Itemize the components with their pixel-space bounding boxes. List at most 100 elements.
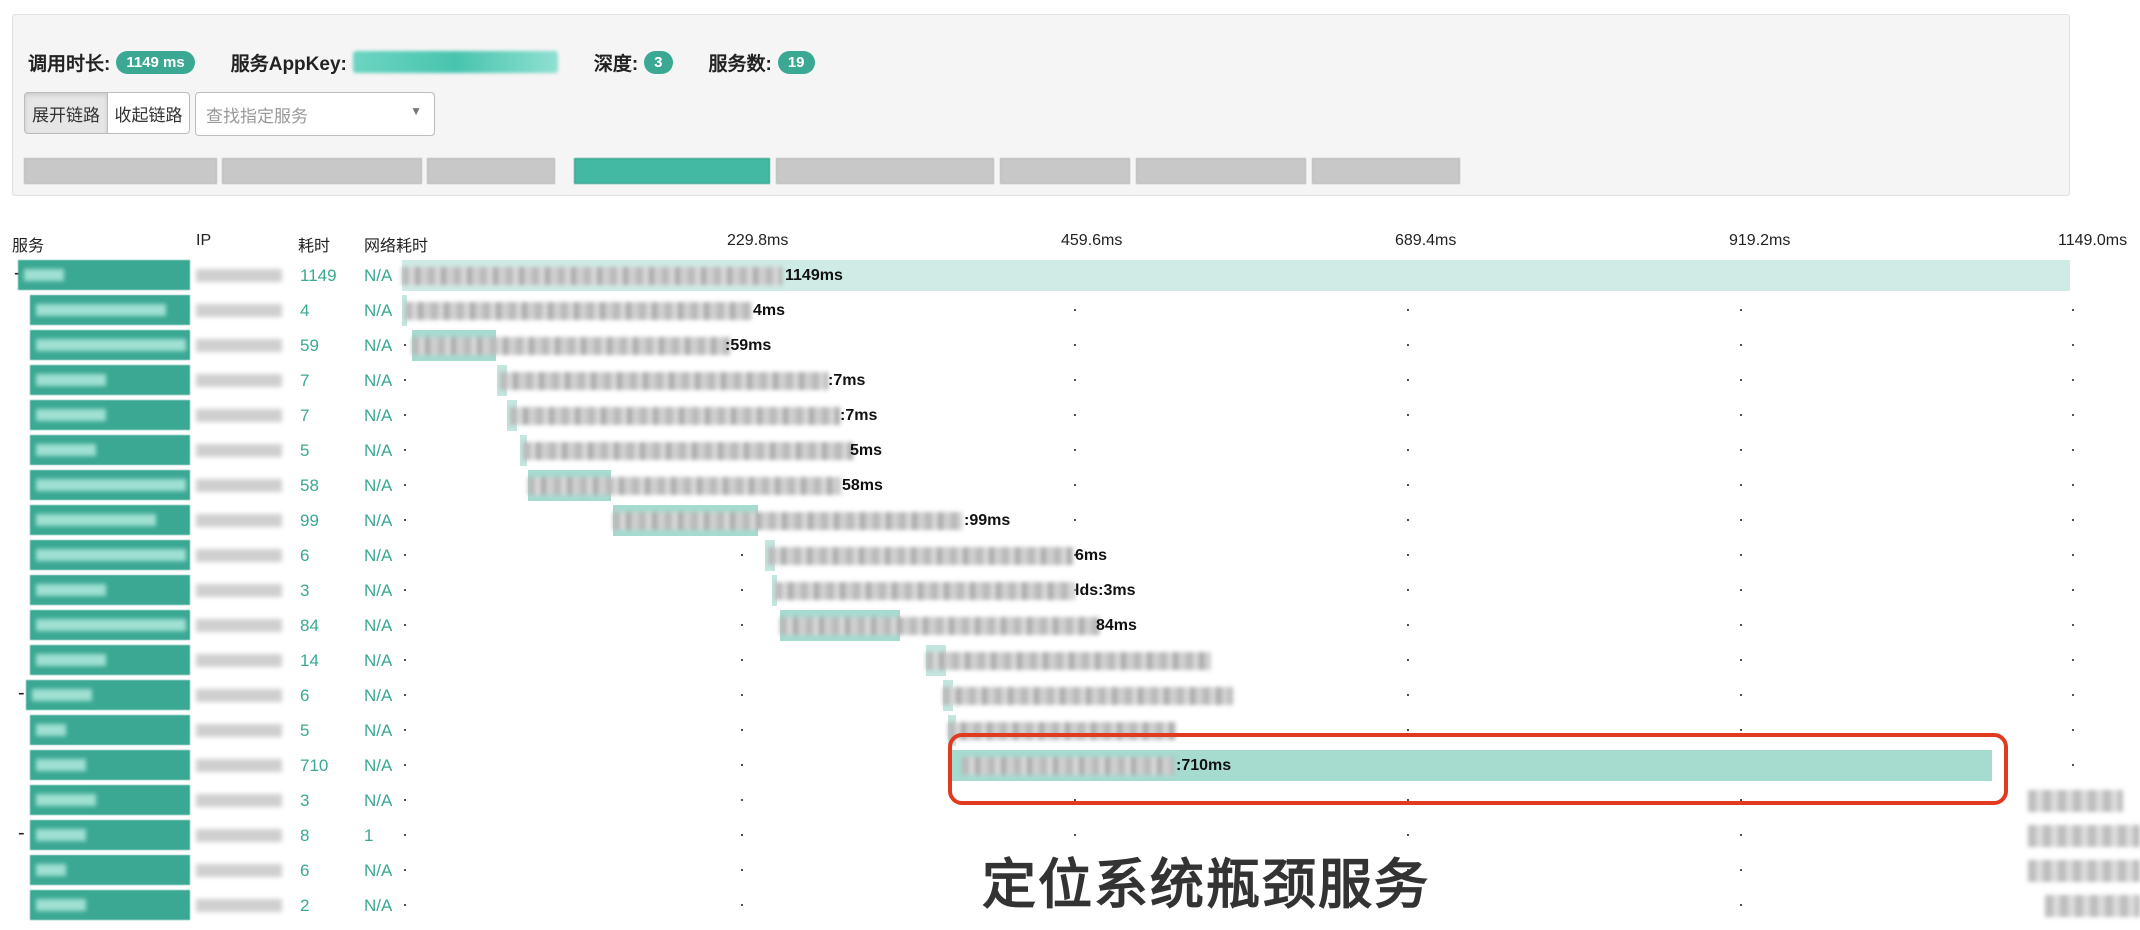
- duration-value: 58: [300, 476, 319, 495]
- grid-dot: ·: [1405, 474, 1411, 494]
- service-name-redacted[interactable]: [30, 505, 190, 535]
- grid-dot: ·: [402, 719, 408, 739]
- duration-value: 710: [300, 756, 329, 775]
- network-time-value: N/A: [364, 756, 393, 775]
- trace-row[interactable]: 14N/A······: [0, 643, 2140, 678]
- network-time-value: N/A: [364, 546, 393, 565]
- grid-dot: ·: [739, 824, 745, 844]
- service-name-redacted[interactable]: [26, 680, 190, 710]
- service-search-placeholder: 查找指定服务: [206, 106, 308, 126]
- trace-row[interactable]: 5N/A······5ms: [0, 433, 2140, 468]
- service-name-blur: [36, 549, 186, 561]
- span-name-redacted: [402, 267, 782, 285]
- span-duration-label: :99ms: [964, 512, 1011, 529]
- service-name-redacted[interactable]: [30, 470, 190, 500]
- grid-dot: ·: [1405, 684, 1411, 704]
- trace-row[interactable]: 3 N/A · · · · · · lds:3ms: [0, 573, 2140, 608]
- service-name-redacted[interactable]: [30, 610, 190, 640]
- service-name-redacted[interactable]: [30, 435, 190, 465]
- expand-chain-button[interactable]: 展开链路: [24, 92, 108, 134]
- service-name-redacted[interactable]: [30, 575, 190, 605]
- duration-value: 6: [300, 861, 310, 880]
- trace-row[interactable]: -1149N/A1149ms: [0, 258, 2140, 293]
- trace-row[interactable]: 59 N/A · · · · · ·:59ms: [0, 328, 2140, 363]
- service-chip-selected[interactable]: [574, 158, 770, 184]
- grid-dot: ·: [1738, 474, 1744, 494]
- grid-dot: ·: [739, 894, 745, 914]
- span-name-redacted: [926, 652, 1211, 670]
- service-name-redacted[interactable]: [30, 715, 190, 745]
- depth-label: 深度:: [593, 53, 639, 75]
- network-time-value: N/A: [364, 861, 393, 880]
- grid-dot: ·: [739, 649, 745, 669]
- service-name-blur: [36, 654, 106, 666]
- overflow-span-label: [2028, 790, 2123, 812]
- service-chip[interactable]: [427, 158, 555, 184]
- appkey-label: 服务AppKey:: [230, 53, 347, 75]
- span-name-redacted: [405, 302, 752, 320]
- trace-row[interactable]: -6N/A······: [0, 678, 2140, 713]
- collapse-toggle[interactable]: -: [18, 682, 25, 705]
- grid-dot: ·: [1405, 404, 1411, 424]
- collapse-chain-button[interactable]: 收起链路: [107, 92, 190, 134]
- trace-row[interactable]: 84N/A······84ms: [0, 608, 2140, 643]
- grid-dot: ·: [1072, 334, 1078, 354]
- span-duration-label: :7ms: [828, 372, 866, 389]
- trace-row[interactable]: 6 N/A · · · · · · 6ms: [0, 538, 2140, 573]
- service-chip[interactable]: [1000, 158, 1130, 184]
- service-chip[interactable]: [776, 158, 994, 184]
- service-name-redacted[interactable]: [30, 645, 190, 675]
- trace-row[interactable]: 99 N/A · · · · ·:99ms: [0, 503, 2140, 538]
- overflow-span-label: [2028, 860, 2140, 882]
- grid-dot: ·: [739, 684, 745, 704]
- grid-dot: ·: [2070, 439, 2076, 459]
- trace-row[interactable]: 7N/A······:7ms: [0, 363, 2140, 398]
- span-duration-label: 84ms: [1096, 617, 1137, 634]
- service-chip[interactable]: [1136, 158, 1306, 184]
- trace-row[interactable]: 58N/A······58ms: [0, 468, 2140, 503]
- grid-dot: ·: [739, 614, 745, 634]
- service-name-blur: [36, 479, 186, 491]
- service-search-select[interactable]: 查找指定服务 ▼: [195, 92, 435, 136]
- service-chip[interactable]: [222, 158, 422, 184]
- duration-value: 3: [300, 581, 310, 600]
- service-name-redacted[interactable]: [30, 330, 190, 360]
- grid-dot: ·: [2070, 404, 2076, 424]
- service-name-blur: [36, 409, 106, 421]
- grid-dot: ·: [2070, 474, 2076, 494]
- grid-dot: ·: [402, 649, 408, 669]
- service-name-redacted[interactable]: [18, 260, 190, 290]
- service-name-redacted[interactable]: [30, 295, 190, 325]
- trace-row[interactable]: 7N/A······:7ms: [0, 398, 2140, 433]
- duration-value: 1149: [300, 266, 337, 285]
- network-time-value: N/A: [364, 686, 393, 705]
- service-name-redacted[interactable]: [30, 785, 190, 815]
- grid-dot: ·: [1738, 509, 1744, 529]
- ip-redacted: [196, 549, 282, 562]
- service-name-redacted[interactable]: [30, 365, 190, 395]
- span-name-redacted: [780, 617, 1100, 635]
- service-name-redacted[interactable]: [30, 540, 190, 570]
- column-header-service: 服务: [12, 238, 45, 255]
- duration-badge: 1149 ms: [116, 50, 195, 74]
- grid-dot: ·: [2070, 649, 2076, 669]
- grid-dot: ·: [1738, 894, 1744, 914]
- duration-value: 8: [300, 826, 310, 845]
- service-name-blur: [36, 794, 96, 806]
- service-name-redacted[interactable]: [30, 400, 190, 430]
- service-chip[interactable]: [1312, 158, 1460, 184]
- grid-dot: ·: [1405, 509, 1411, 529]
- grid-dot: ·: [402, 859, 408, 879]
- duration-value: 4: [300, 301, 310, 320]
- grid-dot: ·: [1405, 439, 1411, 459]
- service-chip[interactable]: [24, 158, 217, 184]
- service-name-redacted[interactable]: [30, 890, 190, 920]
- span-duration-label: lds:3ms: [1075, 582, 1136, 599]
- service-name-redacted[interactable]: [30, 820, 190, 850]
- trace-row[interactable]: 4N/A·····4ms: [0, 293, 2140, 328]
- collapse-toggle[interactable]: -: [18, 822, 25, 845]
- service-name-redacted[interactable]: [30, 855, 190, 885]
- service-name-redacted[interactable]: [30, 750, 190, 780]
- grid-dot: ·: [402, 789, 408, 809]
- grid-dot: ·: [739, 859, 745, 879]
